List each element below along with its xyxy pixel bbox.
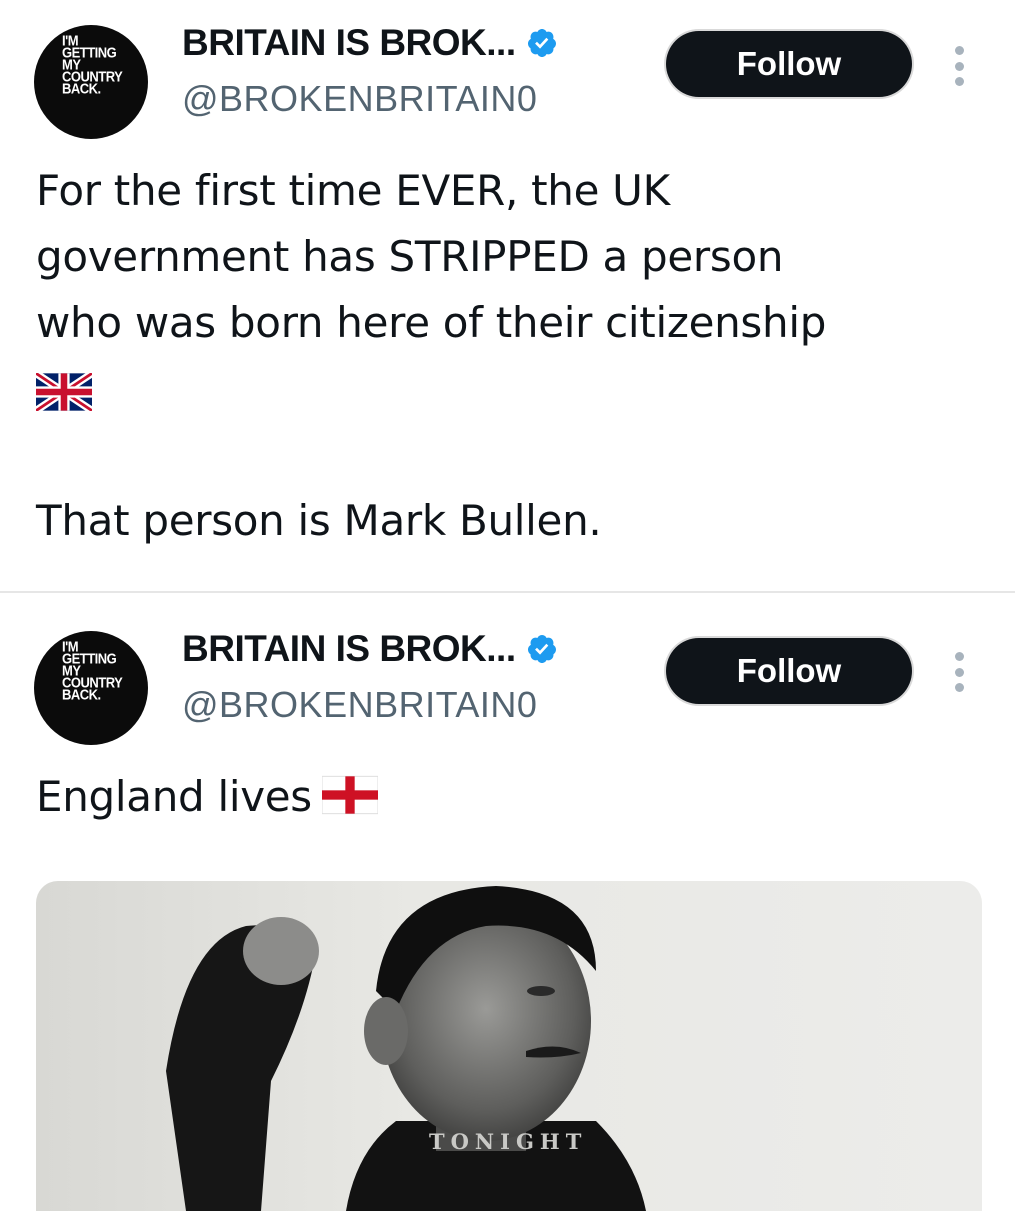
- author-handle[interactable]: @BROKENBRITAIN0: [182, 684, 537, 726]
- avatar-logo-text: I'M GETTING MY COUNTRY BACK.: [62, 32, 123, 97]
- author-name-row[interactable]: BRITAIN IS BROK...: [182, 22, 558, 64]
- display-name[interactable]: BRITAIN IS BROK...: [182, 628, 516, 670]
- flag-england-icon: [321, 775, 378, 815]
- more-options-icon[interactable]: [948, 652, 970, 692]
- follow-button[interactable]: Follow: [666, 638, 912, 704]
- more-options-icon[interactable]: [948, 46, 970, 86]
- tweet-text: For the first time EVER, the UK governme…: [36, 158, 976, 422]
- display-name[interactable]: BRITAIN IS BROK...: [182, 22, 516, 64]
- tweet-text-paragraph: That person is Mark Bullen.: [36, 496, 602, 545]
- tweet-text: England lives: [36, 764, 976, 830]
- verified-badge-icon: [527, 635, 556, 663]
- video-still-image: [166, 886, 646, 1211]
- follow-button[interactable]: Follow: [666, 31, 912, 97]
- verified-badge-icon: [527, 29, 556, 57]
- flag-united-kingdom-icon: [36, 372, 92, 411]
- video-thumbnail[interactable]: TONIGHT: [36, 881, 982, 1211]
- tweet-divider: [0, 591, 1015, 593]
- author-handle[interactable]: @BROKENBRITAIN0: [182, 78, 537, 120]
- video-caption: TONIGHT: [429, 1129, 588, 1154]
- tweet[interactable]: I'M GETTING MY COUNTRY BACK. BRITAIN IS …: [0, 0, 1015, 592]
- author-name-row[interactable]: BRITAIN IS BROK...: [182, 628, 558, 670]
- avatar-logo-text: I'M GETTING MY COUNTRY BACK.: [62, 638, 123, 703]
- avatar[interactable]: I'M GETTING MY COUNTRY BACK.: [34, 25, 148, 139]
- tweet[interactable]: I'M GETTING MY COUNTRY BACK. BRITAIN IS …: [0, 594, 1015, 1211]
- avatar[interactable]: I'M GETTING MY COUNTRY BACK.: [34, 631, 148, 745]
